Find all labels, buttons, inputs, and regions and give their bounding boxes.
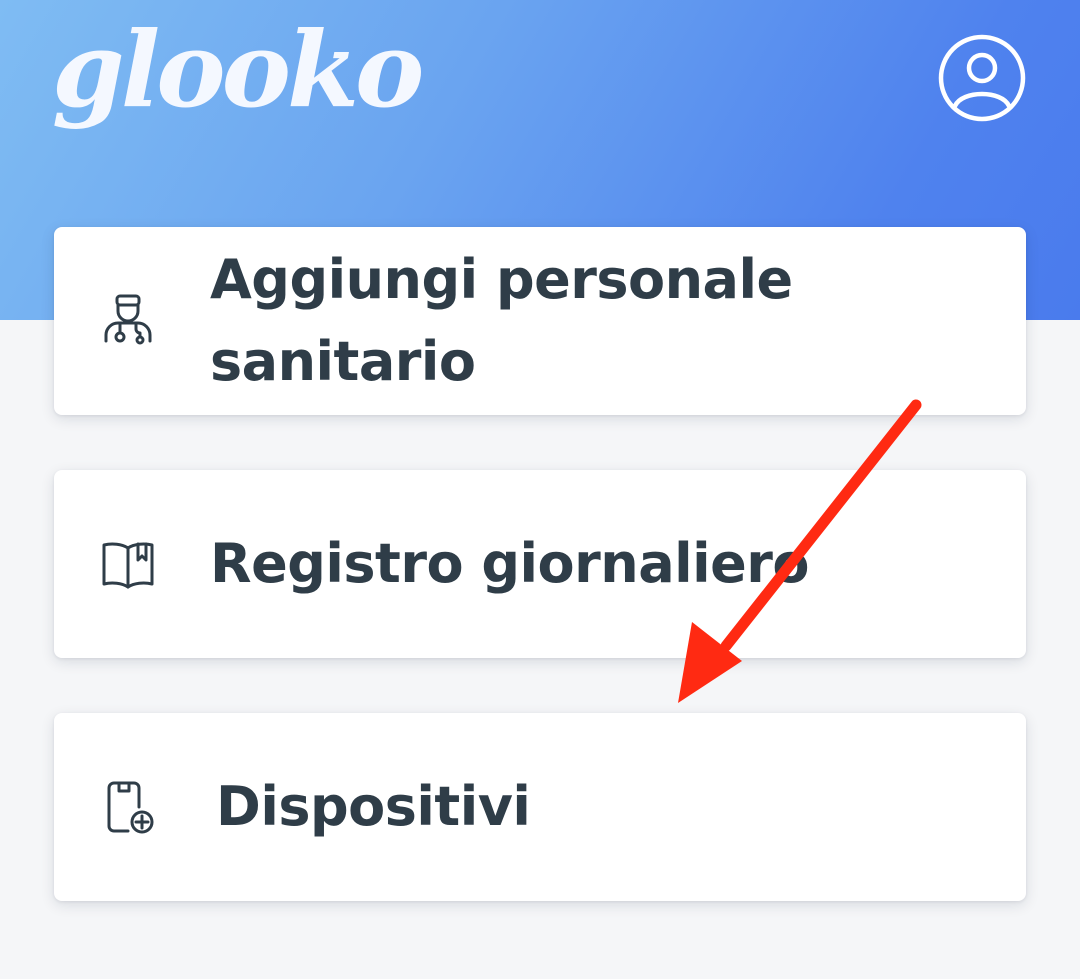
doctor-icon (98, 291, 158, 351)
glooko-logo: glooko (52, 8, 424, 131)
device-add-icon (98, 777, 158, 837)
profile-button[interactable] (938, 34, 1026, 122)
menu-item-devices[interactable]: Dispositivi (54, 713, 1026, 901)
menu-item-label: Dispositivi (216, 775, 531, 838)
user-circle-icon (938, 34, 1026, 122)
menu-item-label: Aggiungi personale sanitario (210, 248, 793, 393)
book-icon (98, 534, 158, 594)
menu-item-daily-log[interactable]: Registro giornaliero (54, 470, 1026, 658)
menu-item-add-healthcare-staff[interactable]: Aggiungi personale sanitario (54, 227, 1026, 415)
menu-item-label: Registro giornaliero (210, 532, 810, 595)
